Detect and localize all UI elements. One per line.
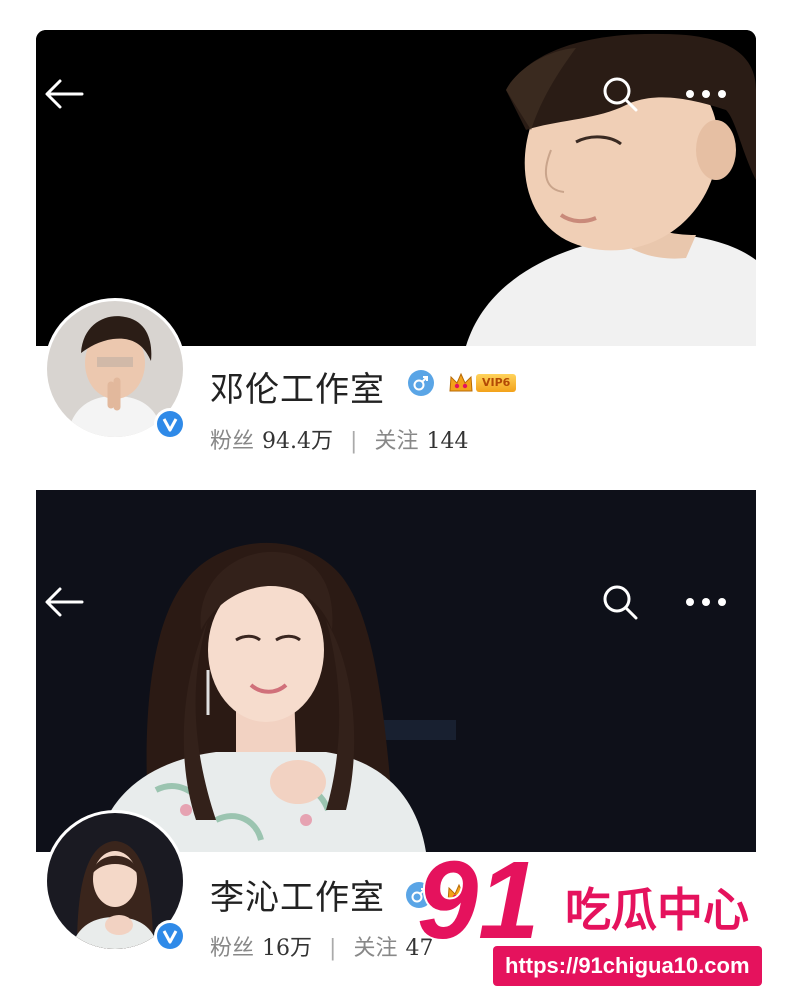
fans-count: 16万: [262, 936, 313, 961]
stat-divider: |: [329, 936, 337, 961]
following-label: 关注: [353, 936, 398, 961]
banner-photo-young-man: [36, 30, 756, 346]
watermark-logo: 91 吃瓜中心: [415, 837, 751, 964]
back-button[interactable]: [40, 578, 88, 626]
fans-count: 94.4万: [262, 429, 334, 454]
more-dots-icon: [686, 90, 726, 98]
more-options-button[interactable]: [682, 578, 730, 626]
following-stat[interactable]: 关注 144: [374, 429, 468, 454]
profile-stats: 粉丝 94.4万 | 关注 144: [210, 423, 468, 455]
vip-badge[interactable]: VIP6: [448, 371, 517, 395]
verified-badge: [154, 408, 186, 440]
fans-stat[interactable]: 粉丝 94.4万: [210, 429, 340, 454]
profile-stats: 粉丝 16万 | 关注 47: [210, 930, 433, 962]
more-options-button[interactable]: [682, 70, 730, 118]
verified-badge: [154, 920, 186, 952]
profile-banner: [36, 490, 756, 852]
watermark-url: https://91chigua10.com: [493, 946, 762, 986]
stat-divider: |: [350, 429, 358, 454]
more-dots-icon: [686, 598, 726, 606]
profile-name: 李沁工作室: [210, 878, 385, 918]
search-button[interactable]: [596, 578, 644, 626]
watermark-number: 91: [417, 842, 539, 952]
crown-icon: [449, 372, 473, 392]
watermark-brand: 吃瓜中心: [565, 883, 749, 937]
profile-name: 邓伦工作室: [210, 370, 385, 410]
verified-v-icon: [157, 411, 183, 437]
fans-label: 粉丝: [210, 429, 255, 454]
site-watermark: 91 吃瓜中心 https://91chigua10.com: [415, 837, 800, 992]
back-arrow-icon: [45, 587, 84, 617]
search-button[interactable]: [596, 70, 644, 118]
following-label: 关注: [374, 429, 419, 454]
verified-v-icon: [157, 923, 183, 949]
banner-photo-young-woman: [36, 490, 756, 852]
profile-card-1: 邓伦工作室 VIP6 粉丝 94.4万 | 关注 144: [36, 30, 756, 470]
profile-banner: [36, 30, 756, 346]
following-count: 144: [426, 429, 469, 454]
avatar[interactable]: [44, 810, 186, 952]
avatar[interactable]: [44, 298, 186, 440]
fans-label: 粉丝: [210, 936, 255, 961]
male-gender-icon: [408, 370, 434, 396]
vip-level: VIP6: [476, 374, 517, 392]
back-arrow-icon: [45, 79, 84, 109]
back-button[interactable]: [40, 70, 88, 118]
fans-stat[interactable]: 粉丝 16万: [210, 936, 319, 961]
search-icon: [603, 77, 638, 112]
search-icon: [603, 585, 638, 620]
